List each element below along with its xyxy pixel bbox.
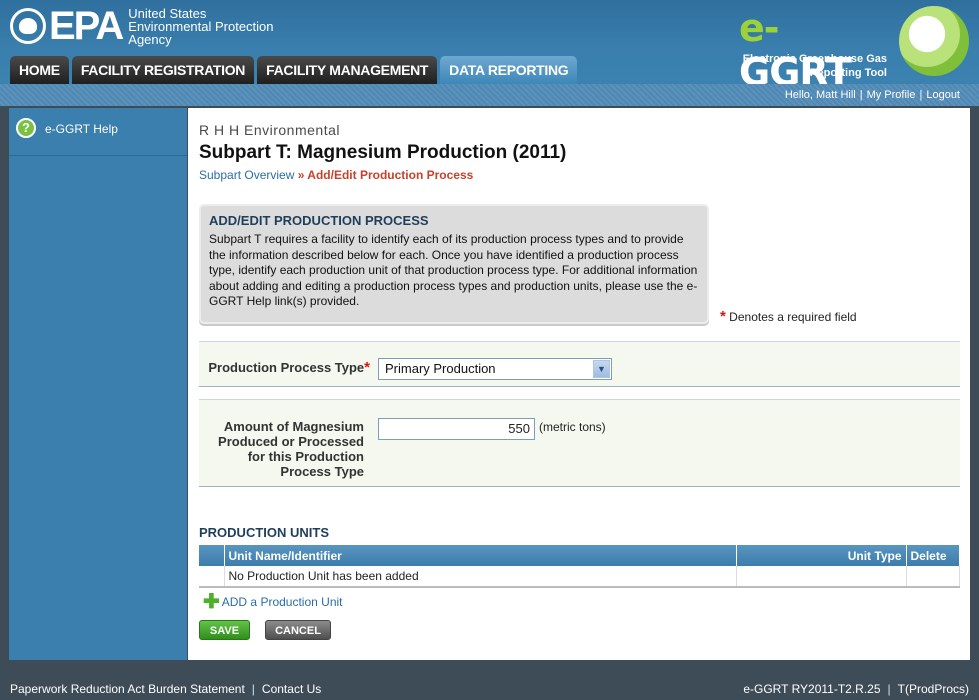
main-nav-tabs: HOME FACILITY REGISTRATION FACILITY MANA…: [10, 56, 578, 84]
user-greeting: Hello, Matt Hill: [784, 89, 856, 101]
epa-seal-icon: [10, 8, 46, 44]
cancel-button[interactable]: CANCEL: [265, 620, 331, 640]
help-icon: ?: [16, 118, 36, 138]
production-process-type-row: Production Process Type* Primary Product…: [199, 341, 960, 387]
breadcrumb: Subpart Overview » Add/Edit Production P…: [199, 168, 473, 182]
add-production-unit-label: ADD a Production Unit: [221, 595, 343, 609]
eggrt-logo: e-GGRT Electronic Greenhouse Gas Reporti…: [739, 4, 969, 94]
version-text: e-GGRT RY2011-T2.R.25: [743, 682, 881, 696]
separator: |: [919, 89, 923, 101]
site-footer: Paperwork Reduction Act Burden Statement…: [0, 676, 979, 700]
production-units-table: Unit Name/Identifier Unit Type Delete No…: [199, 545, 960, 588]
magnesium-amount-unit: (metric tons): [539, 420, 606, 434]
my-profile-link[interactable]: My Profile: [867, 89, 916, 101]
separator: |: [859, 89, 863, 101]
paperwork-burden-link[interactable]: Paperwork Reduction Act Burden Statement: [10, 682, 245, 696]
tab-home[interactable]: HOME: [10, 56, 69, 84]
epa-agency-line: Agency: [128, 31, 172, 47]
epa-logo[interactable]: EPA United States Environmental Protecti…: [10, 6, 274, 46]
table-cell: [199, 566, 225, 588]
epa-wordmark: EPA: [49, 4, 124, 48]
user-bar: Hello, Matt Hill | My Profile | Logout: [0, 84, 979, 106]
tab-facility-registration[interactable]: FACILITY REGISTRATION: [71, 56, 255, 84]
sidebar-item-label: e-GGRT Help: [45, 122, 118, 136]
table-empty-message: No Production Unit has been added: [224, 566, 737, 588]
table-cell: [736, 566, 907, 588]
contact-us-link[interactable]: Contact Us: [262, 682, 321, 696]
separator: |: [251, 682, 255, 696]
table-row: No Production Unit has been added: [199, 566, 960, 588]
production-process-type-label: Production Process Type*: [208, 359, 370, 376]
eggrt-title: e-GGRT: [739, 6, 885, 94]
info-box-title: ADD/EDIT PRODUCTION PROCESS: [209, 213, 429, 228]
eggrt-subtitle: Electronic Greenhouse Gas Reporting Tool: [743, 52, 887, 80]
footer-version: e-GGRT RY2011-T2.R.25 | T(ProdProcs): [743, 682, 969, 696]
production-process-type-select[interactable]: Primary Production ▼: [378, 358, 612, 380]
page-title: Subpart T: Magnesium Production (2011): [199, 142, 567, 163]
site-header: EPA United States Environmental Protecti…: [0, 0, 979, 94]
magnesium-amount-label: Amount of Magnesium Produced or Processe…: [218, 419, 364, 479]
table-header-delete: Delete: [906, 545, 960, 566]
sidebar: ? e-GGRT Help: [9, 108, 187, 660]
sidebar-item-help[interactable]: ? e-GGRT Help: [9, 108, 187, 156]
epa-agency-name: United States Environmental Protection A…: [128, 7, 273, 46]
facility-name: R H H Environmental: [199, 122, 340, 138]
chevron-down-icon[interactable]: ▼: [593, 360, 610, 378]
required-field-note: * Denotes a required field: [720, 308, 857, 325]
magnesium-amount-row: Amount of Magnesium Produced or Processe…: [199, 399, 960, 487]
breadcrumb-separator: »: [294, 168, 308, 182]
epa-agency-line: United States: [128, 5, 207, 21]
eggrt-subtitle-line1: Electronic Greenhouse Gas: [742, 53, 887, 65]
production-process-type-label-text: Production Process Type: [208, 360, 365, 375]
footer-links: Paperwork Reduction Act Burden Statement…: [10, 682, 321, 696]
production-units-title: PRODUCTION UNITS: [199, 525, 329, 540]
eggrt-title-e: e-: [739, 6, 780, 50]
table-header-select: [199, 545, 225, 566]
logout-link[interactable]: Logout: [926, 89, 960, 101]
main-content: R H H Environmental Subpart T: Magnesium…: [188, 108, 970, 660]
eggrt-subtitle-line2: Reporting Tool: [809, 67, 887, 79]
breadcrumb-current: Add/Edit Production Process: [307, 168, 474, 182]
table-header-unit-type[interactable]: Unit Type: [736, 545, 907, 566]
magnesium-amount-input[interactable]: 550: [378, 418, 535, 440]
add-production-unit-link[interactable]: ✚ ADD a Production Unit: [203, 591, 343, 613]
epa-agency-line: Environmental Protection: [128, 18, 274, 34]
table-header-unit-name[interactable]: Unit Name/Identifier: [224, 545, 737, 566]
page-code: T(ProdProcs): [897, 682, 969, 696]
save-button[interactable]: SAVE: [199, 620, 250, 640]
separator: |: [887, 682, 891, 696]
table-header-row: Unit Name/Identifier Unit Type Delete: [199, 545, 960, 566]
required-note-text: Denotes a required field: [725, 310, 857, 324]
breadcrumb-subpart-overview[interactable]: Subpart Overview: [199, 168, 294, 182]
tab-facility-management[interactable]: FACILITY MANAGEMENT: [257, 56, 438, 84]
info-box-body: Subpart T requires a facility to identif…: [209, 232, 698, 308]
info-box: ADD/EDIT PRODUCTION PROCESS Subpart T re…: [199, 204, 709, 324]
production-process-type-value: Primary Production: [385, 361, 496, 376]
tab-data-reporting[interactable]: DATA REPORTING: [440, 56, 578, 84]
required-star: *: [364, 359, 370, 376]
table-cell: [906, 566, 960, 588]
egret-bird-icon: [899, 6, 969, 76]
plus-icon: ✚: [203, 591, 220, 613]
